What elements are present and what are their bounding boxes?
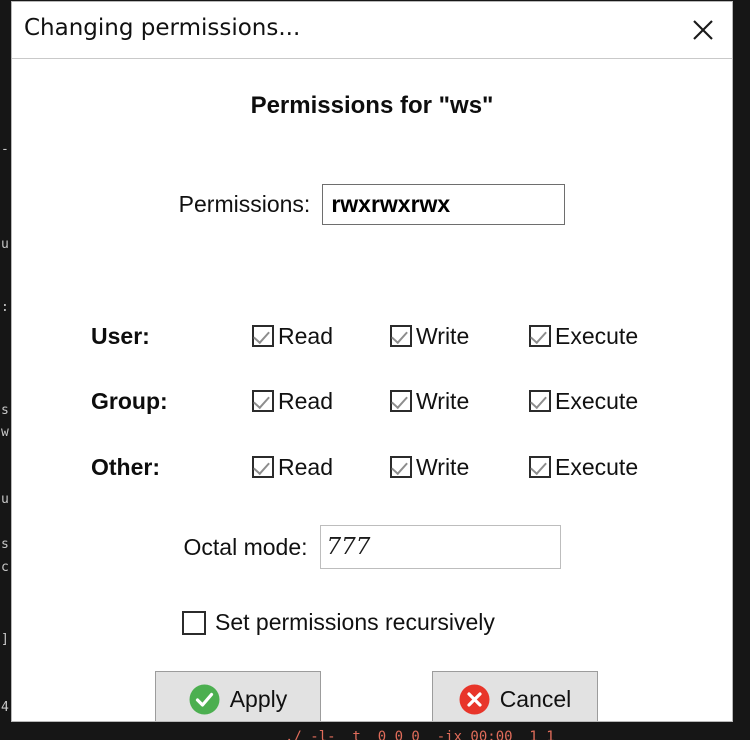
checkbox-label-group-execute: Execute [555,387,639,414]
cancel-button-label: Cancel [499,686,572,712]
checkbox-label-user-execute: Execute [555,322,639,349]
permission-row-other: Other: Read Write Execute [12,450,732,484]
permissions-dialog: Changing permissions... Permissions for … [11,1,733,722]
checkbox-set-recursively[interactable]: Set permissions recursively [182,609,495,636]
terminal-text-fragment: u [1,237,9,252]
cancel-button[interactable]: Cancel [432,671,598,721]
terminal-text-fragment: : [1,300,9,315]
permission-row-user: User: Read Write Execute [12,319,732,353]
checkbox-user-write[interactable]: Write [390,323,469,350]
checkbox-box-user-execute[interactable] [529,325,551,347]
permission-row-label-other: Other: [91,453,160,480]
check-circle-icon [189,684,220,715]
checkbox-user-read[interactable]: Read [252,323,333,350]
apply-button[interactable]: Apply [155,671,321,721]
terminal-text-fragment: s [1,537,9,552]
checkbox-label-other-execute: Execute [555,453,639,480]
permissions-input[interactable] [322,184,566,225]
terminal-text-fragment: c [1,560,9,575]
close-button[interactable] [684,11,722,49]
terminal-text-fragment: 4 [1,700,9,715]
checkbox-label-other-write: Write [416,453,470,480]
checkbox-label-other-read: Read [278,453,333,480]
checkbox-box-group-read[interactable] [252,390,274,412]
checkbox-box-other-write[interactable] [390,456,412,478]
terminal-text-fragment: w [1,425,9,440]
apply-button-label: Apply [229,686,288,712]
checkbox-other-read[interactable]: Read [252,454,333,481]
octal-mode-input[interactable] [319,525,561,569]
terminal-text-fragment: u [1,492,9,507]
checkbox-label-group-read: Read [278,387,333,414]
octal-field-row: Octal mode: [12,525,732,569]
checkbox-group-read[interactable]: Read [252,388,333,415]
permissions-field-row: Permissions: [12,184,732,225]
checkbox-user-execute[interactable]: Execute [529,323,638,350]
terminal-text-fragment: s [1,403,9,418]
checkbox-box-other-execute[interactable] [529,456,551,478]
dialog-title-bar: Changing permissions... [12,2,732,59]
checkbox-group-write[interactable]: Write [390,388,469,415]
checkbox-label-user-read: Read [278,322,333,349]
checkbox-box-group-write[interactable] [390,390,412,412]
checkbox-label-set-recursively: Set permissions recursively [215,609,495,635]
window-title: Changing permissions... [24,15,301,41]
checkbox-box-user-read[interactable] [252,325,274,347]
close-icon [690,17,716,43]
permissions-label: Permissions: [178,191,311,217]
permission-row-label-group: Group: [91,387,168,414]
checkbox-box-set-recursively[interactable] [182,610,206,635]
permission-row-label-user: User: [91,322,150,349]
dialog-body: Permissions for "ws" Permissions: User: … [12,59,732,721]
permission-row-group: Group: Read Write Execute [12,384,732,418]
checkbox-other-execute[interactable]: Execute [529,454,638,481]
checkbox-group-execute[interactable]: Execute [529,388,638,415]
terminal-text-fragment: ] [1,632,9,647]
terminal-text-fragment: - [1,142,9,157]
terminal-bottom-text: ./ -l- t 0 0 0 -ix 00:00 1 1 [285,729,555,740]
page-title: Permissions for "ws" [250,92,494,119]
checkbox-box-other-read[interactable] [252,456,274,478]
error-circle-icon [459,684,490,715]
checkbox-label-user-write: Write [416,322,470,349]
octal-mode-label: Octal mode: [183,533,308,560]
checkbox-other-write[interactable]: Write [390,454,469,481]
checkbox-box-group-execute[interactable] [529,390,551,412]
checkbox-label-group-write: Write [416,387,470,414]
checkbox-box-user-write[interactable] [390,325,412,347]
